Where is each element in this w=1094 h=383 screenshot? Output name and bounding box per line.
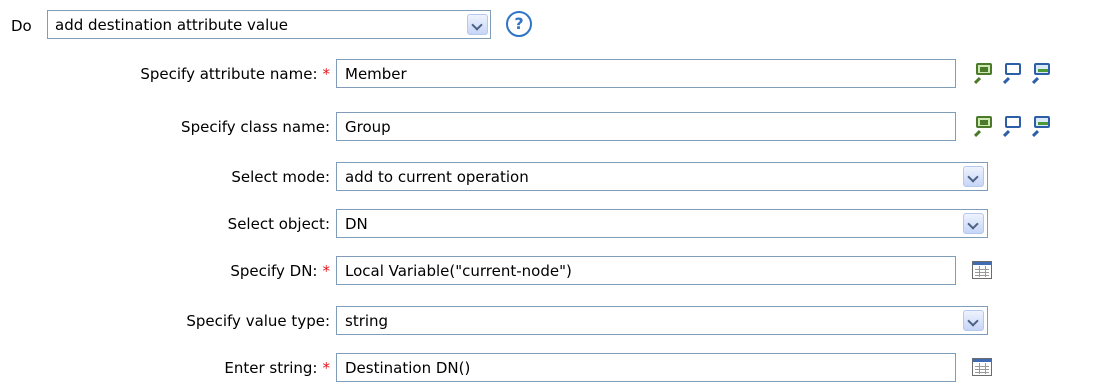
value-type-value: string	[345, 312, 389, 330]
class-name-value: Group	[345, 118, 391, 136]
class-name-label: Specify class name:	[181, 118, 330, 136]
select-object-select[interactable]: DN	[336, 209, 988, 238]
specify-dn-label: Specify DN: *	[230, 261, 330, 281]
select-mode-label: Select mode:	[231, 168, 330, 186]
argument-builder-icon[interactable]	[972, 261, 992, 279]
chevron-down-icon[interactable]	[963, 213, 984, 234]
value-type-select[interactable]: string	[336, 306, 988, 335]
value-type-label: Specify value type:	[186, 312, 330, 330]
specify-dn-value: Local Variable("current-node")	[345, 262, 572, 280]
enter-string-value: Destination DN()	[345, 359, 471, 377]
browse-server-icon[interactable]	[1031, 63, 1054, 85]
attribute-name-field[interactable]: Member	[336, 59, 956, 88]
browse-class-icon[interactable]	[973, 116, 996, 138]
specify-dn-field[interactable]: Local Variable("current-node")	[336, 256, 956, 285]
browse-schema-icon[interactable]	[1002, 63, 1025, 85]
select-object-value: DN	[345, 215, 368, 233]
select-mode-value: add to current operation	[345, 168, 529, 186]
attribute-name-label: Specify attribute name: *	[140, 64, 330, 84]
help-icon[interactable]: ?	[506, 11, 532, 37]
select-object-label: Select object:	[227, 215, 330, 233]
enter-string-field[interactable]: Destination DN()	[336, 353, 956, 382]
do-label: Do	[11, 17, 32, 35]
browse-server-icon[interactable]	[1031, 116, 1054, 138]
browse-schema-icon[interactable]	[1002, 116, 1025, 138]
required-marker: *	[322, 65, 331, 83]
chevron-down-icon[interactable]	[963, 310, 984, 331]
enter-string-label-text: Enter string:	[224, 359, 318, 377]
attribute-name-label-text: Specify attribute name:	[140, 65, 318, 83]
chevron-down-icon[interactable]	[963, 166, 984, 187]
enter-string-label: Enter string: *	[224, 358, 330, 378]
chevron-down-icon[interactable]	[467, 14, 488, 35]
class-name-field[interactable]: Group	[336, 112, 956, 141]
required-marker: *	[322, 262, 331, 280]
browse-attribute-icon[interactable]	[973, 63, 996, 85]
specify-dn-label-text: Specify DN:	[230, 262, 318, 280]
action-select[interactable]: add destination attribute value	[47, 10, 491, 39]
action-select-value: add destination attribute value	[55, 16, 288, 34]
select-mode-select[interactable]: add to current operation	[336, 162, 988, 191]
attribute-name-value: Member	[345, 65, 407, 83]
required-marker: *	[322, 359, 331, 377]
argument-builder-icon[interactable]	[972, 358, 992, 376]
